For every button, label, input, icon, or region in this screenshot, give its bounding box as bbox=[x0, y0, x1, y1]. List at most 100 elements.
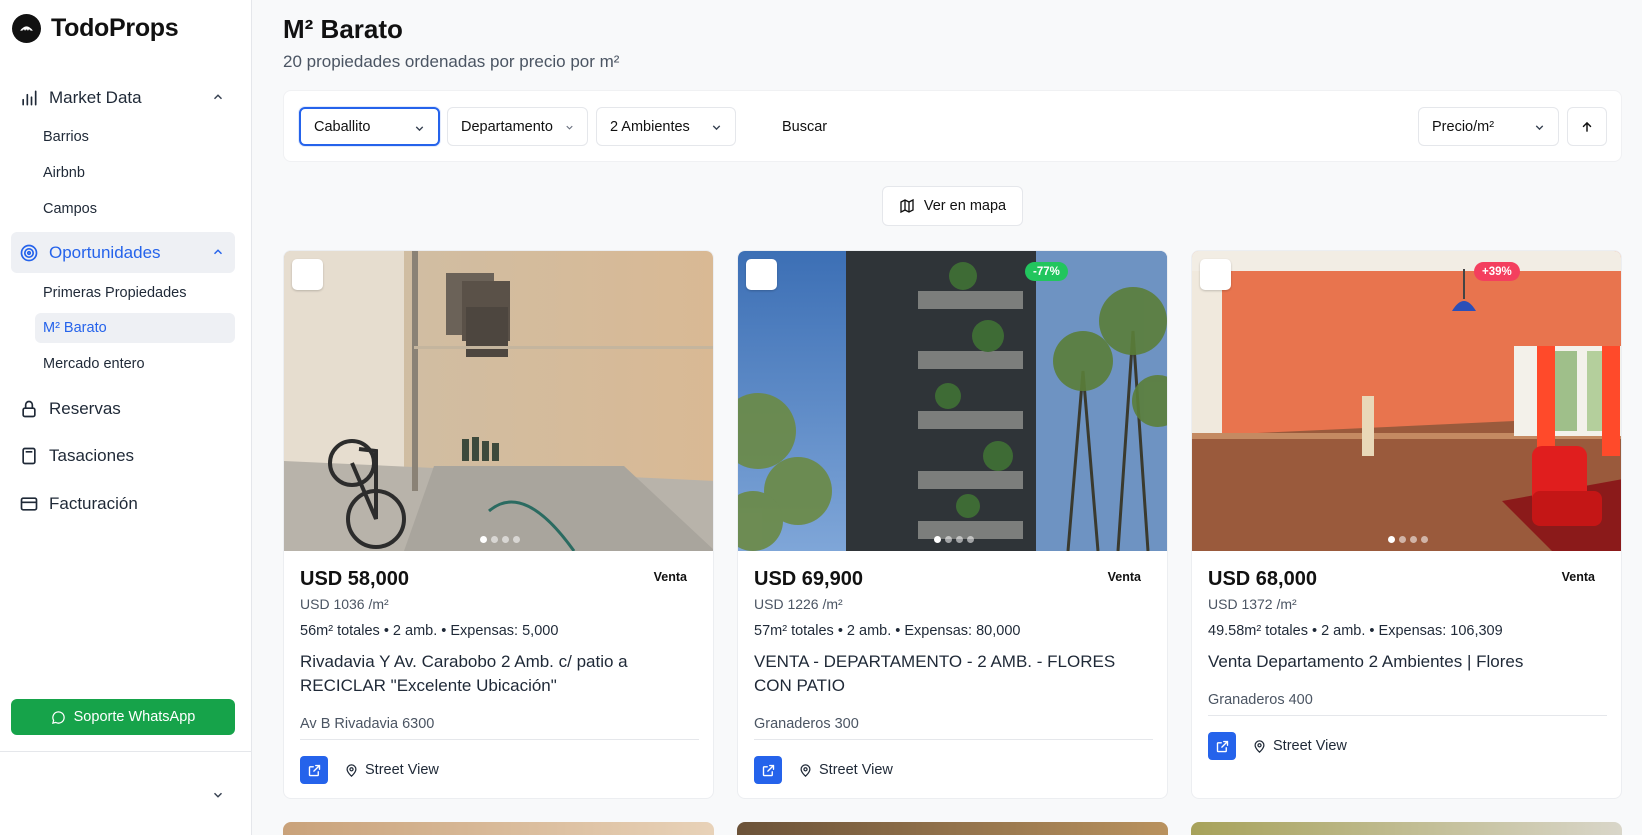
tipo-select-value: Departamento bbox=[461, 118, 553, 135]
carousel-dot[interactable] bbox=[501, 536, 509, 543]
carousel-dot[interactable] bbox=[933, 536, 941, 543]
photo-carousel-dots[interactable] bbox=[1192, 536, 1621, 543]
street-view-label: Street View bbox=[819, 762, 893, 778]
carousel-dot[interactable] bbox=[512, 536, 520, 543]
map-pin-icon bbox=[800, 763, 811, 777]
external-link-icon bbox=[762, 764, 774, 776]
external-link-icon bbox=[308, 764, 320, 776]
buscar-button[interactable]: Buscar bbox=[768, 107, 841, 146]
carousel-dot[interactable] bbox=[1387, 536, 1395, 543]
filter-bar: Caballito Departamento 2 Ambientes Busca… bbox=[283, 90, 1622, 162]
property-photo[interactable] bbox=[284, 251, 713, 551]
sidebar-item-campos[interactable]: Campos bbox=[35, 194, 235, 224]
agency-logo bbox=[746, 259, 777, 290]
nav-group-market-data[interactable]: Market Data bbox=[11, 77, 235, 118]
property-title: Rivadavia Y Av. Carabobo 2 Amb. c/ patio… bbox=[300, 652, 628, 695]
credit-card-icon bbox=[20, 497, 38, 511]
property-card-peek bbox=[283, 822, 714, 835]
map-icon bbox=[900, 198, 914, 214]
photo-carousel-dots[interactable] bbox=[738, 536, 1167, 543]
property-address: Granaderos 400 bbox=[1208, 692, 1313, 708]
agency-logo bbox=[1200, 259, 1231, 290]
property-price: USD 58,000 bbox=[300, 568, 409, 590]
map-pin-icon bbox=[1254, 739, 1265, 753]
open-listing-button[interactable] bbox=[754, 756, 782, 784]
carousel-dot[interactable] bbox=[966, 536, 974, 543]
chevron-down-icon bbox=[1535, 125, 1544, 131]
sort-direction-button[interactable] bbox=[1567, 107, 1607, 146]
property-photo[interactable]: +39% bbox=[1192, 251, 1621, 551]
property-price: USD 68,000 bbox=[1208, 568, 1317, 590]
brand[interactable]: TodoProps bbox=[12, 14, 179, 43]
sidebar-item-barrios[interactable]: Barrios bbox=[35, 122, 235, 152]
price-per-m2: USD 1036 /m² bbox=[300, 596, 389, 612]
street-view-link[interactable]: Street View bbox=[1252, 738, 1347, 754]
carousel-dot[interactable] bbox=[944, 536, 952, 543]
property-card-peek bbox=[1191, 822, 1622, 835]
whatsapp-support-button[interactable]: Soporte WhatsApp bbox=[11, 699, 235, 735]
property-title: Venta Departamento 2 Ambientes | Flores bbox=[1208, 652, 1524, 671]
property-specs: 49.58m² totales • 2 amb. • Expensas: 106… bbox=[1208, 623, 1503, 639]
sort-select-value: Precio/m² bbox=[1432, 118, 1495, 135]
open-listing-button[interactable] bbox=[1208, 732, 1236, 760]
open-listing-button[interactable] bbox=[300, 756, 328, 784]
street-view-label: Street View bbox=[365, 762, 439, 778]
nav-group-oportunidades[interactable]: Oportunidades bbox=[11, 232, 235, 273]
street-view-label: Street View bbox=[1273, 738, 1347, 754]
ambientes-select[interactable]: 2 Ambientes bbox=[596, 107, 736, 146]
chevron-down-icon[interactable] bbox=[211, 788, 225, 802]
nav-group-label: Oportunidades bbox=[49, 242, 161, 262]
sidebar-item-label: Tasaciones bbox=[49, 446, 135, 465]
sidebar-item-reservas[interactable]: Reservas bbox=[11, 390, 235, 428]
property-specs: 56m² totales • 2 amb. • Expensas: 5,000 bbox=[300, 623, 559, 639]
carousel-dot[interactable] bbox=[1398, 536, 1406, 543]
calculator-icon bbox=[22, 447, 36, 465]
carousel-dot[interactable] bbox=[1420, 536, 1428, 543]
sidebar-item-label: Reservas bbox=[49, 399, 121, 418]
price-per-m2: USD 1372 /m² bbox=[1208, 596, 1297, 612]
carousel-dot[interactable] bbox=[490, 536, 498, 543]
property-card: +39% USD 68,000 Venta USD 1372 /m² 49.58… bbox=[1191, 250, 1622, 799]
property-title: VENTA - DEPARTAMENTO - 2 AMB. - FLORES C… bbox=[754, 652, 1116, 695]
sidebar-item-airbnb[interactable]: Airbnb bbox=[35, 158, 235, 188]
card-divider bbox=[300, 739, 699, 740]
sidebar-item-mercado-entero[interactable]: Mercado entero bbox=[35, 349, 235, 379]
sidebar-item-primeras-propiedades[interactable]: Primeras Propiedades bbox=[35, 278, 235, 308]
street-view-link[interactable]: Street View bbox=[344, 762, 439, 778]
tipo-select[interactable]: Departamento bbox=[447, 107, 588, 146]
chevron-down-icon bbox=[712, 125, 721, 131]
carousel-dot[interactable] bbox=[955, 536, 963, 543]
price-diff-badge: +39% bbox=[1474, 262, 1520, 281]
operation-type: Venta bbox=[1107, 570, 1141, 584]
property-card: USD 58,000 Venta USD 1036 /m² 56m² total… bbox=[283, 250, 714, 799]
brand-logo-icon bbox=[12, 14, 41, 43]
sort-select[interactable]: Precio/m² bbox=[1418, 107, 1559, 146]
target-icon bbox=[20, 244, 38, 261]
sidebar-divider bbox=[0, 751, 251, 752]
agency-logo bbox=[292, 259, 323, 290]
sidebar-item-m2-barato[interactable]: M² Barato bbox=[35, 313, 235, 343]
property-card: -77% USD 69,900 Venta USD 1226 /m² 57m² … bbox=[737, 250, 1168, 799]
street-view-link[interactable]: Street View bbox=[798, 762, 893, 778]
message-circle-icon bbox=[51, 710, 65, 724]
property-address: Granaderos 300 bbox=[754, 716, 859, 732]
ver-en-mapa-button[interactable]: Ver en mapa bbox=[882, 186, 1023, 226]
arrow-up-icon bbox=[1582, 121, 1592, 132]
page-title: M² Barato bbox=[283, 14, 403, 44]
card-divider bbox=[1208, 715, 1607, 716]
sidebar-item-label: Facturación bbox=[49, 494, 138, 513]
barrio-select[interactable]: Caballito bbox=[299, 107, 440, 146]
chevron-up-icon bbox=[213, 94, 223, 100]
sidebar-item-tasaciones[interactable]: Tasaciones bbox=[11, 437, 235, 475]
carousel-dot[interactable] bbox=[479, 536, 487, 543]
sidebar-item-facturacion[interactable]: Facturación bbox=[11, 485, 235, 523]
map-pin-icon bbox=[346, 763, 357, 777]
price-per-m2: USD 1226 /m² bbox=[754, 596, 843, 612]
chevron-up-icon bbox=[213, 249, 223, 255]
price-diff-badge: -77% bbox=[1025, 262, 1068, 281]
property-photo[interactable]: -77% bbox=[738, 251, 1167, 551]
nav-group-label: Market Data bbox=[49, 87, 142, 107]
carousel-dot[interactable] bbox=[1409, 536, 1417, 543]
photo-carousel-dots[interactable] bbox=[284, 536, 713, 543]
brand-name: TodoProps bbox=[51, 14, 179, 42]
